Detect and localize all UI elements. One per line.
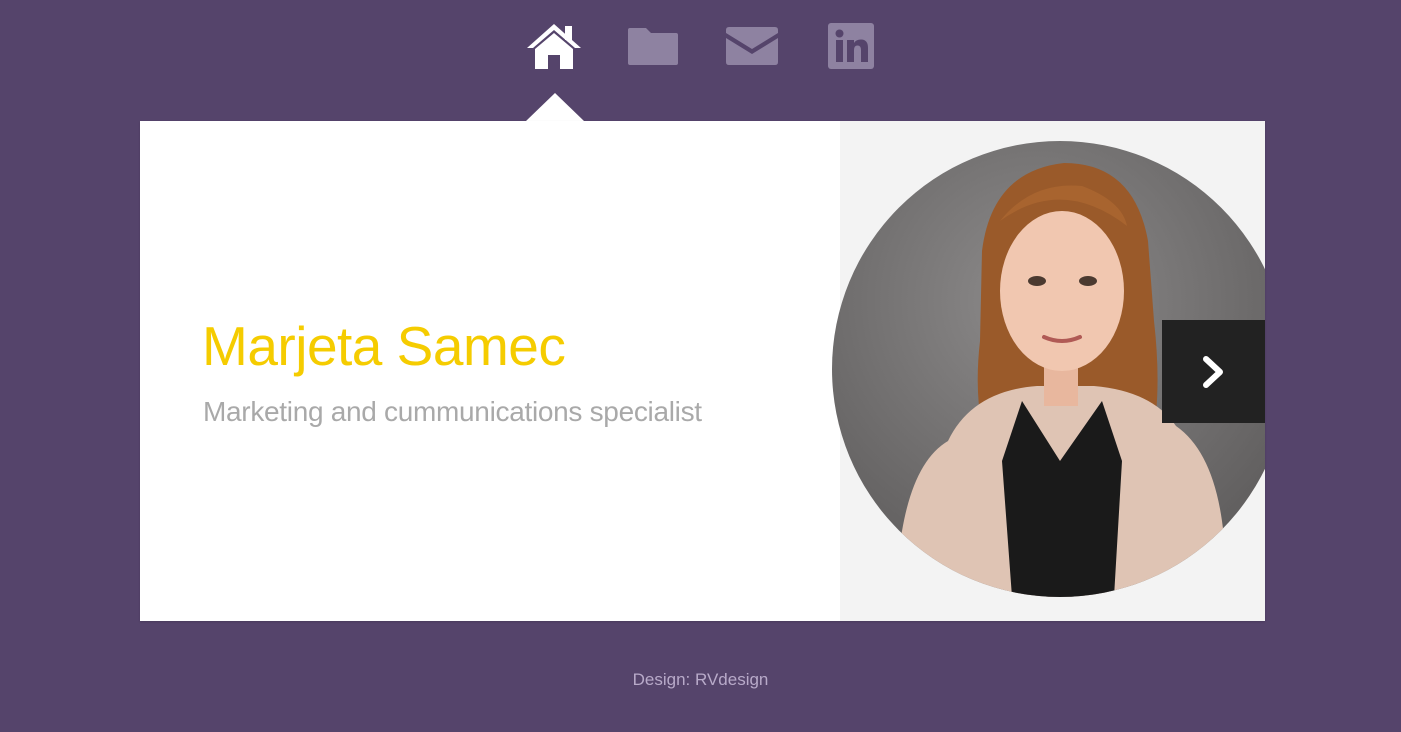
nav-linkedin[interactable] (824, 18, 878, 74)
folder-icon (628, 28, 678, 65)
active-nav-pointer (526, 93, 584, 121)
mail-icon (726, 27, 778, 65)
profile-card: Marjeta Samec Marketing and cummunicatio… (140, 121, 1265, 621)
nav-home[interactable] (523, 18, 585, 74)
footer: Design: RVdesign (0, 668, 1401, 692)
home-icon (527, 24, 581, 69)
nav-portfolio[interactable] (624, 18, 682, 74)
chevron-right-icon (1202, 355, 1223, 388)
main-nav (0, 18, 1401, 78)
footer-credit: Design: RVdesign (632, 670, 769, 689)
profile-title: Marketing and cummunications specialist (203, 396, 702, 427)
next-slide-button[interactable] (1162, 320, 1265, 423)
profile-name: Marjeta Samec (202, 315, 566, 377)
linkedin-icon (828, 23, 874, 69)
nav-contact[interactable] (722, 18, 782, 74)
